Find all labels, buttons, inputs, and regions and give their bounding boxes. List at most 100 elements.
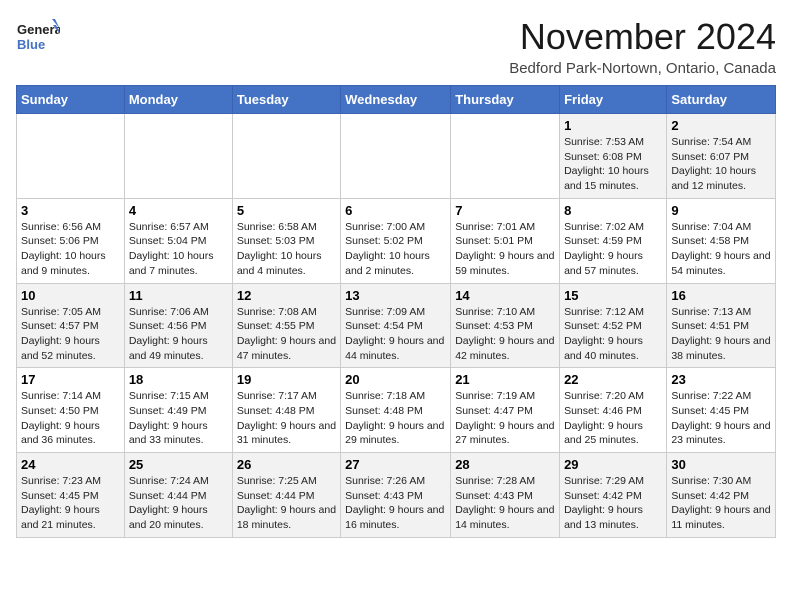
day-info: Sunrise: 7:19 AM Sunset: 4:47 PM Dayligh… (455, 389, 555, 448)
day-info: Sunrise: 6:56 AM Sunset: 5:06 PM Dayligh… (21, 220, 120, 279)
day-info: Sunrise: 7:17 AM Sunset: 4:48 PM Dayligh… (237, 389, 336, 448)
header-row: SundayMondayTuesdayWednesdayThursdayFrid… (17, 86, 776, 114)
calendar-cell: 28 Sunrise: 7:28 AM Sunset: 4:43 PM Dayli… (451, 453, 560, 538)
col-header-thursday: Thursday (451, 86, 560, 114)
day-number: 20 (345, 372, 446, 387)
calendar-cell: 3 Sunrise: 6:56 AM Sunset: 5:06 PM Daylig… (17, 198, 125, 283)
day-info: Sunrise: 7:26 AM Sunset: 4:43 PM Dayligh… (345, 474, 446, 533)
calendar-cell: 1 Sunrise: 7:53 AM Sunset: 6:08 PM Daylig… (560, 114, 667, 199)
col-header-wednesday: Wednesday (341, 86, 451, 114)
calendar-cell: 8 Sunrise: 7:02 AM Sunset: 4:59 PM Daylig… (560, 198, 667, 283)
calendar-cell (17, 114, 125, 199)
calendar-cell: 10 Sunrise: 7:05 AM Sunset: 4:57 PM Dayli… (17, 283, 125, 368)
location-subtitle: Bedford Park-Nortown, Ontario, Canada (509, 60, 776, 77)
day-number: 9 (671, 203, 771, 218)
calendar-cell (232, 114, 340, 199)
calendar-cell: 16 Sunrise: 7:13 AM Sunset: 4:51 PM Dayli… (667, 283, 776, 368)
col-header-friday: Friday (560, 86, 667, 114)
header: General Blue November 2024 Bedford Park-… (16, 16, 776, 77)
day-number: 19 (237, 372, 336, 387)
day-info: Sunrise: 7:10 AM Sunset: 4:53 PM Dayligh… (455, 305, 555, 364)
day-info: Sunrise: 7:22 AM Sunset: 4:45 PM Dayligh… (671, 389, 771, 448)
day-number: 29 (564, 457, 662, 472)
day-number: 26 (237, 457, 336, 472)
day-info: Sunrise: 7:13 AM Sunset: 4:51 PM Dayligh… (671, 305, 771, 364)
col-header-monday: Monday (124, 86, 232, 114)
calendar-cell: 5Sunrise: 6:58 AM Sunset: 5:03 PM Daylig… (232, 198, 340, 283)
day-number: 11 (129, 288, 228, 303)
calendar-cell: 29 Sunrise: 7:29 AM Sunset: 4:42 PM Dayli… (560, 453, 667, 538)
month-title: November 2024 (509, 16, 776, 58)
calendar-cell (451, 114, 560, 199)
day-number: 15 (564, 288, 662, 303)
calendar-cell (124, 114, 232, 199)
calendar-cell: 4Sunrise: 6:57 AM Sunset: 5:04 PM Daylig… (124, 198, 232, 283)
day-number: 21 (455, 372, 555, 387)
calendar-cell: 6 Sunrise: 7:00 AM Sunset: 5:02 PM Daylig… (341, 198, 451, 283)
calendar-cell (341, 114, 451, 199)
day-number: 2 (671, 118, 771, 133)
day-number: 27 (345, 457, 446, 472)
calendar-cell: 23Sunrise: 7:22 AM Sunset: 4:45 PM Dayli… (667, 368, 776, 453)
logo: General Blue (16, 16, 60, 60)
day-info: Sunrise: 7:00 AM Sunset: 5:02 PM Dayligh… (345, 220, 446, 279)
day-info: Sunrise: 7:25 AM Sunset: 4:44 PM Dayligh… (237, 474, 336, 533)
col-header-saturday: Saturday (667, 86, 776, 114)
svg-text:General: General (17, 22, 60, 37)
day-number: 6 (345, 203, 446, 218)
day-info: Sunrise: 7:54 AM Sunset: 6:07 PM Dayligh… (671, 135, 771, 194)
day-info: Sunrise: 7:12 AM Sunset: 4:52 PM Dayligh… (564, 305, 662, 364)
calendar-cell: 2 Sunrise: 7:54 AM Sunset: 6:07 PM Daylig… (667, 114, 776, 199)
calendar-cell: 9Sunrise: 7:04 AM Sunset: 4:58 PM Daylig… (667, 198, 776, 283)
day-number: 8 (564, 203, 662, 218)
day-info: Sunrise: 7:29 AM Sunset: 4:42 PM Dayligh… (564, 474, 662, 533)
day-info: Sunrise: 7:09 AM Sunset: 4:54 PM Dayligh… (345, 305, 446, 364)
week-row-5: 24 Sunrise: 7:23 AM Sunset: 4:45 PM Dayli… (17, 453, 776, 538)
calendar-cell: 26 Sunrise: 7:25 AM Sunset: 4:44 PM Dayli… (232, 453, 340, 538)
calendar-cell: 24 Sunrise: 7:23 AM Sunset: 4:45 PM Dayli… (17, 453, 125, 538)
calendar-cell: 17Sunrise: 7:14 AM Sunset: 4:50 PM Dayli… (17, 368, 125, 453)
day-info: Sunrise: 7:24 AM Sunset: 4:44 PM Dayligh… (129, 474, 228, 533)
title-area: November 2024 Bedford Park-Nortown, Onta… (509, 16, 776, 77)
day-number: 3 (21, 203, 120, 218)
day-number: 25 (129, 457, 228, 472)
calendar-cell: 20 Sunrise: 7:18 AM Sunset: 4:48 PM Dayli… (341, 368, 451, 453)
calendar-cell: 19 Sunrise: 7:17 AM Sunset: 4:48 PM Dayli… (232, 368, 340, 453)
day-info: Sunrise: 7:08 AM Sunset: 4:55 PM Dayligh… (237, 305, 336, 364)
week-row-1: 1 Sunrise: 7:53 AM Sunset: 6:08 PM Daylig… (17, 114, 776, 199)
calendar-cell: 27 Sunrise: 7:26 AM Sunset: 4:43 PM Dayli… (341, 453, 451, 538)
col-header-tuesday: Tuesday (232, 86, 340, 114)
col-header-sunday: Sunday (17, 86, 125, 114)
day-info: Sunrise: 7:01 AM Sunset: 5:01 PM Dayligh… (455, 220, 555, 279)
calendar-cell: 25 Sunrise: 7:24 AM Sunset: 4:44 PM Dayli… (124, 453, 232, 538)
day-info: Sunrise: 7:15 AM Sunset: 4:49 PM Dayligh… (129, 389, 228, 448)
day-number: 28 (455, 457, 555, 472)
day-number: 10 (21, 288, 120, 303)
calendar-cell: 22Sunrise: 7:20 AM Sunset: 4:46 PM Dayli… (560, 368, 667, 453)
day-info: Sunrise: 6:58 AM Sunset: 5:03 PM Dayligh… (237, 220, 336, 279)
day-number: 30 (671, 457, 771, 472)
day-number: 16 (671, 288, 771, 303)
day-info: Sunrise: 7:18 AM Sunset: 4:48 PM Dayligh… (345, 389, 446, 448)
week-row-3: 10 Sunrise: 7:05 AM Sunset: 4:57 PM Dayli… (17, 283, 776, 368)
calendar-cell: 7 Sunrise: 7:01 AM Sunset: 5:01 PM Daylig… (451, 198, 560, 283)
day-info: Sunrise: 7:02 AM Sunset: 4:59 PM Dayligh… (564, 220, 662, 279)
calendar-cell: 13 Sunrise: 7:09 AM Sunset: 4:54 PM Dayli… (341, 283, 451, 368)
day-info: Sunrise: 7:53 AM Sunset: 6:08 PM Dayligh… (564, 135, 662, 194)
day-number: 13 (345, 288, 446, 303)
day-info: Sunrise: 7:30 AM Sunset: 4:42 PM Dayligh… (671, 474, 771, 533)
day-number: 1 (564, 118, 662, 133)
calendar-table: SundayMondayTuesdayWednesdayThursdayFrid… (16, 85, 776, 538)
calendar-cell: 12 Sunrise: 7:08 AM Sunset: 4:55 PM Dayli… (232, 283, 340, 368)
calendar-cell: 15 Sunrise: 7:12 AM Sunset: 4:52 PM Dayli… (560, 283, 667, 368)
day-number: 12 (237, 288, 336, 303)
day-number: 7 (455, 203, 555, 218)
day-info: Sunrise: 7:06 AM Sunset: 4:56 PM Dayligh… (129, 305, 228, 364)
day-info: Sunrise: 7:05 AM Sunset: 4:57 PM Dayligh… (21, 305, 120, 364)
day-info: Sunrise: 7:28 AM Sunset: 4:43 PM Dayligh… (455, 474, 555, 533)
day-number: 14 (455, 288, 555, 303)
day-number: 18 (129, 372, 228, 387)
svg-text:Blue: Blue (17, 37, 45, 52)
day-number: 24 (21, 457, 120, 472)
day-info: Sunrise: 7:23 AM Sunset: 4:45 PM Dayligh… (21, 474, 120, 533)
